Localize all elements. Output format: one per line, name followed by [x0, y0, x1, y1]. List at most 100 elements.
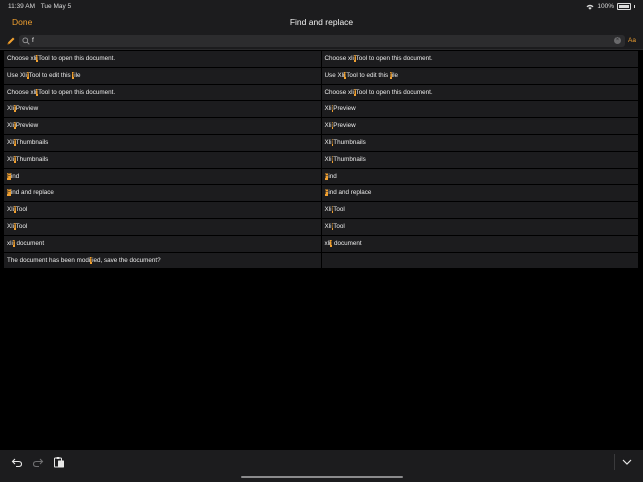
table-row[interactable]: XlifThumbnails XlifThumbnails	[4, 134, 639, 152]
original-text-cell[interactable]: Choose xlifTool to open this document.	[4, 84, 321, 101]
original-text-cell[interactable]: XlifThumbnails	[4, 134, 321, 151]
navigation-bar: Done Find and replace	[0, 12, 643, 33]
text-segment: Xli	[7, 122, 14, 130]
replacement-text-cell[interactable]: Use XlifTool to edit this file	[321, 67, 638, 84]
original-text-cell[interactable]: XlifTool	[4, 202, 321, 218]
text-segment: Xli	[324, 138, 332, 146]
text-segment: Thumbnails	[15, 138, 49, 146]
text-segment: The document has been modi	[7, 256, 91, 264]
match-case-button[interactable]: Aa	[628, 37, 636, 44]
original-text-cell[interactable]: XlifPreview	[4, 118, 321, 134]
text-segment: Preview	[333, 105, 356, 113]
text-segment: Use Xli	[7, 71, 27, 79]
text-segment: Xli	[7, 155, 14, 163]
search-input[interactable]: f ×	[19, 35, 625, 47]
replacement-text-cell[interactable]: Choose xlifTool to open this document.	[321, 51, 638, 67]
replacement-text-cell[interactable]: xlif document	[321, 235, 638, 252]
table-row[interactable]: XlifTool XlifTool	[4, 218, 639, 236]
text-segment: Thumbnails	[333, 138, 366, 146]
table-row[interactable]: Choose xlifTool to open this document. Ch…	[4, 84, 639, 102]
table-row[interactable]: The document has been modified, save the…	[4, 252, 639, 270]
text-segment: ind	[328, 172, 337, 180]
status-left: 11:39 AM Tue May 5	[8, 3, 75, 10]
replacement-text-cell[interactable]: XlifThumbnails	[321, 151, 638, 168]
table-row[interactable]: Choose xlifTool to open this document. Ch…	[4, 51, 639, 68]
text-segment: Tool to edit this	[346, 71, 390, 79]
text-segment: Xli	[324, 206, 332, 214]
original-text-cell[interactable]: XlifTool	[4, 218, 321, 235]
text-segment: document	[332, 239, 362, 247]
replacement-text-cell[interactable]: XlifPreview	[321, 118, 638, 134]
original-text-cell[interactable]: The document has been modified, save the…	[4, 252, 321, 269]
text-segment: Choose xli	[324, 55, 354, 62]
replacement-text-cell[interactable]: XlifPreview	[321, 101, 638, 118]
home-indicator	[241, 476, 403, 478]
text-segment: Xli	[324, 222, 332, 230]
original-text-cell[interactable]: Find	[4, 168, 321, 185]
undo-icon[interactable]	[11, 456, 23, 468]
replacement-text-cell[interactable]: XlifTool	[321, 202, 638, 218]
text-segment: Tool	[333, 222, 345, 230]
text-segment: ind	[10, 172, 20, 180]
page-title: Find and replace	[289, 17, 354, 27]
replacement-text-cell[interactable]	[321, 252, 638, 269]
status-time: 11:39 AM	[8, 3, 35, 10]
table-row[interactable]: Find and replace Find and replace	[4, 185, 639, 203]
original-text-cell[interactable]: XlifThumbnails	[4, 151, 321, 168]
table-row[interactable]: XlifTool XlifTool	[4, 202, 639, 219]
text-segment: Preview	[15, 122, 39, 130]
text-segment: Xli	[324, 122, 332, 130]
table-row[interactable]: XlifPreview XlifPreview	[4, 118, 639, 135]
text-segment: Tool to open this document.	[355, 88, 433, 96]
text-segment: Preview	[333, 122, 356, 130]
text-segment: Tool to edit this	[28, 71, 73, 79]
bottom-toolbar	[0, 450, 643, 482]
results-table: Choose xlifTool to open this document. Ch…	[4, 51, 639, 270]
text-segment: Thumbnails	[15, 155, 49, 163]
text-segment: Tool to open this document.	[38, 55, 116, 62]
original-text-cell[interactable]: XlifPreview	[4, 101, 321, 118]
text-segment: Use Xli	[324, 71, 345, 79]
text-segment: Tool	[333, 206, 345, 214]
table-row[interactable]: XlifPreview XlifPreview	[4, 101, 639, 119]
paste-icon[interactable]	[53, 456, 65, 468]
table-row[interactable]: Find Find	[4, 168, 639, 186]
text-segment: Choose xli	[7, 88, 37, 96]
table-row[interactable]: xlif document xlif document	[4, 235, 639, 253]
replacement-text-cell[interactable]: Find	[321, 168, 638, 185]
replacement-text-cell[interactable]: Choose xlifTool to open this document.	[321, 84, 638, 101]
redo-icon[interactable]	[32, 456, 44, 468]
battery-tip	[634, 5, 635, 8]
status-right: 100%	[586, 3, 635, 10]
wifi-icon	[586, 4, 594, 10]
text-segment: Xli	[7, 138, 14, 146]
text-segment: Preview	[15, 105, 39, 113]
original-text-cell[interactable]: Choose xlifTool to open this document.	[4, 51, 321, 67]
text-segment: Xli	[7, 206, 14, 214]
chevron-down-icon[interactable]	[621, 456, 633, 468]
original-text-cell[interactable]: xlif document	[4, 235, 321, 252]
replacement-text-cell[interactable]: Find and replace	[321, 185, 638, 202]
text-segment: Choose xli	[7, 55, 37, 62]
original-text-cell[interactable]: Use XlifTool to edit this file	[4, 67, 321, 84]
text-segment: Tool to open this document.	[38, 88, 116, 96]
clear-icon[interactable]: ×	[614, 37, 621, 44]
text-segment: ind and replace	[10, 189, 54, 197]
status-bar: 11:39 AM Tue May 5 100%	[0, 0, 643, 12]
pencil-icon[interactable]	[6, 36, 16, 46]
text-segment: ile	[74, 71, 81, 79]
status-date: Tue May 5	[40, 3, 72, 10]
table-row[interactable]: Use XlifTool to edit this file Use XlifTo…	[4, 67, 639, 85]
search-icon	[22, 37, 30, 45]
text-segment: ind and replace	[328, 189, 372, 197]
text-segment: ied, save the document?	[92, 256, 161, 264]
replacement-text-cell[interactable]: XlifTool	[321, 218, 638, 235]
text-segment: Tool	[15, 206, 28, 214]
text-segment: Xli	[324, 105, 332, 113]
replacement-text-cell[interactable]: XlifThumbnails	[321, 134, 638, 151]
search-query[interactable]: f	[32, 37, 34, 44]
original-text-cell[interactable]: Find and replace	[4, 185, 321, 202]
text-segment: Thumbnails	[333, 155, 366, 163]
text-segment: Xli	[7, 222, 14, 230]
table-row[interactable]: XlifThumbnails XlifThumbnails	[4, 151, 639, 169]
